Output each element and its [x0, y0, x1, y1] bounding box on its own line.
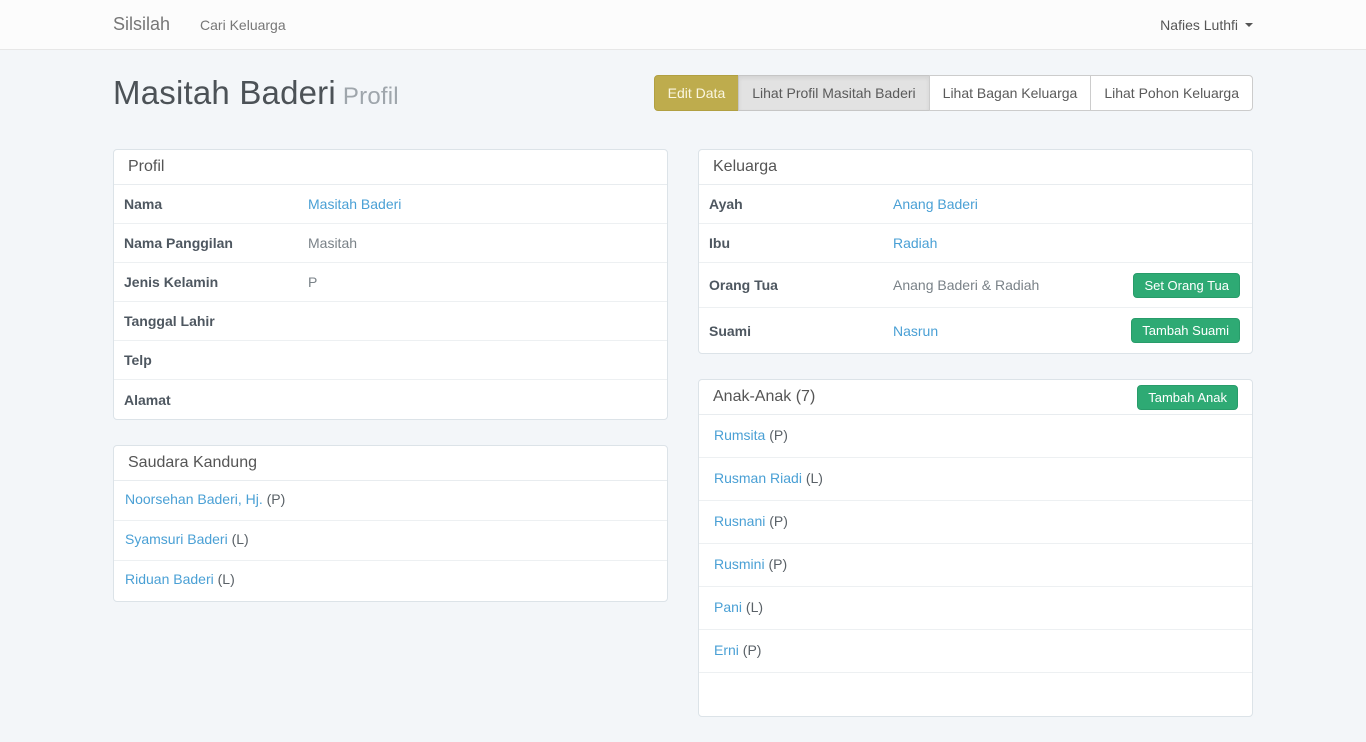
columns: Profil Nama Masitah Baderi Nama Panggila… [113, 149, 1253, 742]
user-name: Nafies Luthfi [1160, 17, 1238, 33]
child-row: Rusnani (P) [699, 501, 1252, 544]
view-profile-button[interactable]: Lihat Profil Masitah Baderi [738, 75, 929, 111]
page-header: Masitah Baderi Profil Edit Data Lihat Pro… [113, 74, 1253, 112]
row-value: P [298, 264, 667, 300]
row-label: Orang Tua [699, 267, 883, 303]
row-value [298, 390, 667, 410]
person-link[interactable]: Anang Baderi [893, 196, 978, 212]
person-link[interactable]: Noorsehan Baderi, Hj. [125, 491, 263, 507]
gender-label: (P) [769, 427, 788, 443]
row-value: Masitah [298, 225, 667, 261]
person-link[interactable]: Rusman Riadi [714, 470, 802, 486]
keluarga-card-title: Keluarga [699, 150, 1252, 185]
view-bagan-keluarga-button[interactable]: Lihat Bagan Keluarga [929, 75, 1092, 111]
row-label: Nama [114, 186, 298, 222]
gender-label: (P) [768, 556, 787, 572]
sibling-row: Riduan Baderi (L) [114, 561, 667, 601]
table-row: Orang Tua Anang Baderi & Radiah Set Oran… [699, 263, 1252, 308]
saudara-kandung-card: Saudara Kandung Noorsehan Baderi, Hj. (P… [113, 445, 668, 602]
gender-label: (P) [769, 513, 788, 529]
tambah-suami-button[interactable]: Tambah Suami [1131, 318, 1240, 343]
sibling-row: Syamsuri Baderi (L) [114, 521, 667, 561]
set-orang-tua-button[interactable]: Set Orang Tua [1133, 273, 1240, 298]
keluarga-card: Keluarga Ayah Anang Baderi Ibu Radiah Or… [698, 149, 1253, 354]
anak-anak-card-header: Anak-Anak (7) Tambah Anak [699, 380, 1252, 415]
child-row: Rumsita (P) [699, 415, 1252, 458]
edit-data-button[interactable]: Edit Data [654, 75, 740, 111]
profil-card-title: Profil [114, 150, 667, 185]
table-row: Suami Nasrun Tambah Suami [699, 308, 1252, 353]
brand-link[interactable]: Silsilah [113, 14, 170, 35]
chevron-down-icon [1245, 23, 1253, 27]
sibling-row: Noorsehan Baderi, Hj. (P) [114, 481, 667, 521]
right-column: Keluarga Ayah Anang Baderi Ibu Radiah Or… [698, 149, 1253, 742]
anak-anak-card: Anak-Anak (7) Tambah Anak Rumsita (P) Ru… [698, 379, 1253, 717]
table-row: Alamat [114, 380, 667, 419]
saudara-kandung-card-title: Saudara Kandung [114, 446, 667, 481]
table-row: Jenis Kelamin P [114, 263, 667, 302]
gender-label: (L) [806, 470, 823, 486]
table-row: Ibu Radiah [699, 224, 1252, 263]
row-label: Tanggal Lahir [114, 303, 298, 339]
table-row: Ayah Anang Baderi [699, 185, 1252, 224]
person-link[interactable]: Masitah Baderi [308, 196, 401, 212]
user-menu[interactable]: Nafies Luthfi [1160, 17, 1253, 33]
row-label: Jenis Kelamin [114, 264, 298, 300]
person-link[interactable]: Pani [714, 599, 742, 615]
table-row: Nama Panggilan Masitah [114, 224, 667, 263]
row-value [298, 311, 667, 331]
row-label: Nama Panggilan [114, 225, 298, 261]
person-link[interactable]: Rusmini [714, 556, 765, 572]
person-name-title: Masitah Baderi [113, 74, 336, 111]
row-label: Suami [699, 313, 883, 349]
profil-card: Profil Nama Masitah Baderi Nama Panggila… [113, 149, 668, 420]
nav-link-cari-keluarga[interactable]: Cari Keluarga [200, 17, 286, 33]
child-row: Erni (P) [699, 630, 1252, 673]
table-row: Telp [114, 341, 667, 380]
page-title: Masitah Baderi Profil [113, 74, 399, 112]
main-content: Masitah Baderi Profil Edit Data Lihat Pro… [113, 74, 1253, 742]
person-link[interactable]: Riduan Baderi [125, 571, 214, 587]
row-value [298, 350, 667, 370]
gender-label: (L) [232, 531, 249, 547]
row-label: Ibu [699, 225, 883, 261]
page-subtitle: Profil [343, 83, 399, 110]
left-column: Profil Nama Masitah Baderi Nama Panggila… [113, 149, 668, 627]
table-row: Nama Masitah Baderi [114, 185, 667, 224]
table-row: Tanggal Lahir [114, 302, 667, 341]
person-link[interactable]: Rumsita [714, 427, 765, 443]
person-link[interactable]: Erni [714, 642, 739, 658]
navbar: Silsilah Cari Keluarga Nafies Luthfi [0, 0, 1366, 50]
row-label: Ayah [699, 186, 883, 222]
row-value: Anang Baderi & Radiah [883, 267, 1133, 303]
child-row: Rusman Riadi (L) [699, 458, 1252, 501]
anak-anak-card-title: Anak-Anak (7) [713, 388, 815, 406]
gender-label: (L) [218, 571, 235, 587]
row-label: Alamat [114, 382, 298, 418]
person-link[interactable]: Nasrun [893, 323, 938, 339]
profile-action-group: Edit Data Lihat Profil Masitah Baderi Li… [654, 75, 1253, 111]
child-row: Pani (L) [699, 587, 1252, 630]
gender-label: (P) [267, 491, 286, 507]
tambah-anak-button[interactable]: Tambah Anak [1137, 385, 1238, 410]
gender-label: (P) [743, 642, 762, 658]
navbar-container: Silsilah Cari Keluarga Nafies Luthfi [113, 0, 1253, 49]
person-link[interactable]: Rusnani [714, 513, 765, 529]
child-row: Rusmini (P) [699, 544, 1252, 587]
view-pohon-keluarga-button[interactable]: Lihat Pohon Keluarga [1090, 75, 1253, 111]
child-row-partial [699, 673, 1252, 716]
person-link[interactable]: Radiah [893, 235, 937, 251]
row-label: Telp [114, 342, 298, 378]
gender-label: (L) [746, 599, 763, 615]
person-link[interactable]: Syamsuri Baderi [125, 531, 228, 547]
